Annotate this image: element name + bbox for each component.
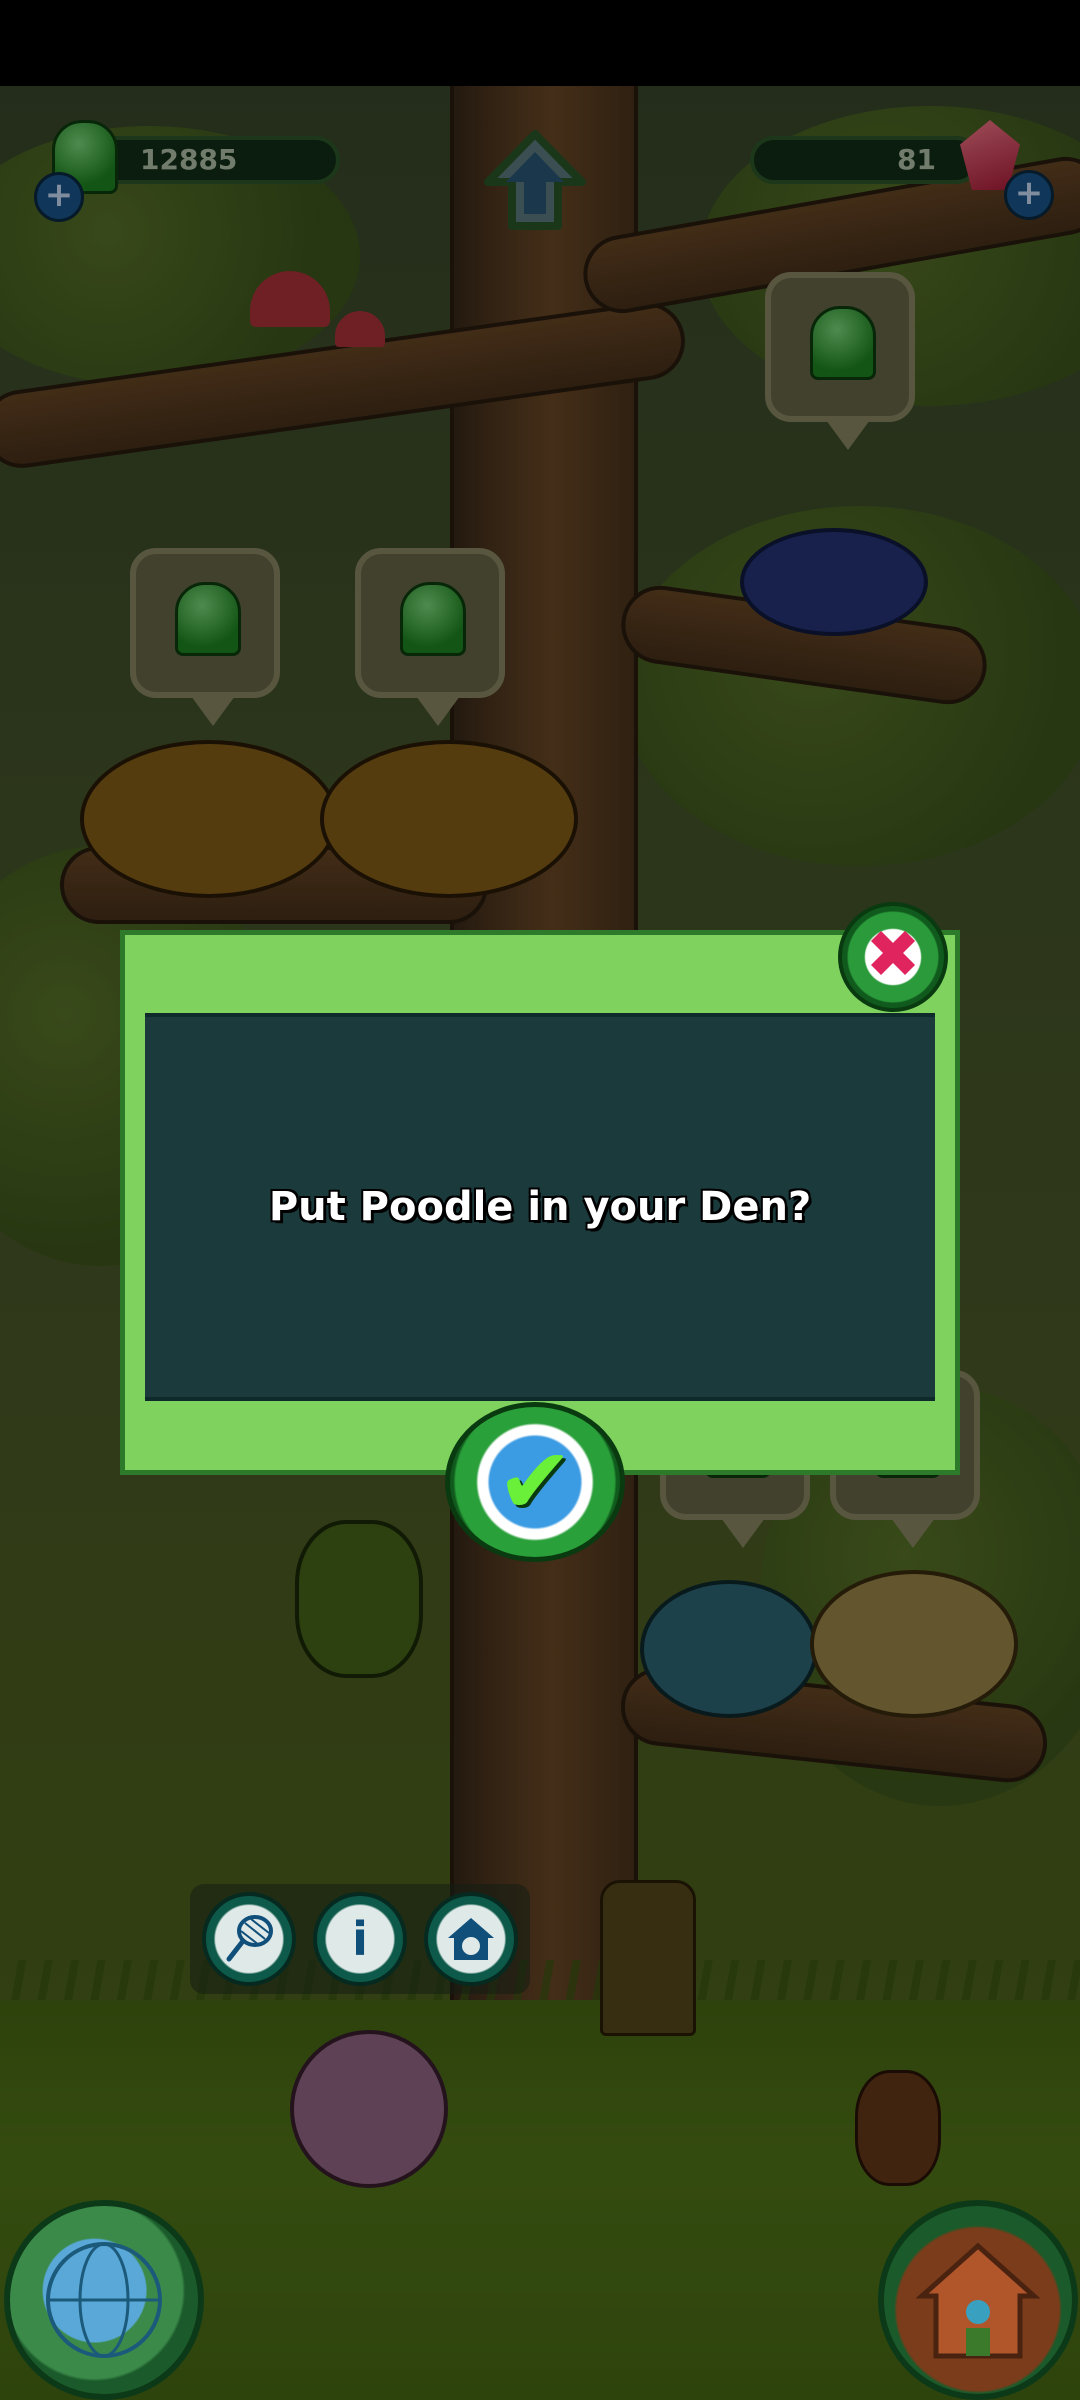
confirm-dialog: Put Poodle in your Den? <box>120 930 960 1475</box>
close-icon: ✖ <box>865 916 921 993</box>
den-home-button[interactable] <box>878 2200 1078 2400</box>
catch-net-button[interactable] <box>202 1892 296 1986</box>
info-icon: i <box>352 1912 368 1966</box>
net-icon <box>226 1915 273 1962</box>
world-map-button[interactable] <box>4 2200 204 2400</box>
den-icon <box>448 1918 494 1960</box>
pet-action-bar: i <box>190 1884 530 1994</box>
checkmark-icon: ✔ <box>496 1428 574 1535</box>
confirm-button[interactable]: ✔ <box>445 1402 625 1562</box>
globe-icon <box>46 2242 162 2358</box>
close-button[interactable]: ✖ <box>838 902 948 1012</box>
dialog-body: Put Poodle in your Den? <box>145 1013 935 1401</box>
house-icon <box>915 2242 1041 2359</box>
info-button[interactable]: i <box>313 1892 407 1986</box>
dialog-message: Put Poodle in your Den? <box>268 1184 812 1230</box>
status-bar <box>0 0 1080 86</box>
move-to-den-button[interactable] <box>424 1892 518 1986</box>
